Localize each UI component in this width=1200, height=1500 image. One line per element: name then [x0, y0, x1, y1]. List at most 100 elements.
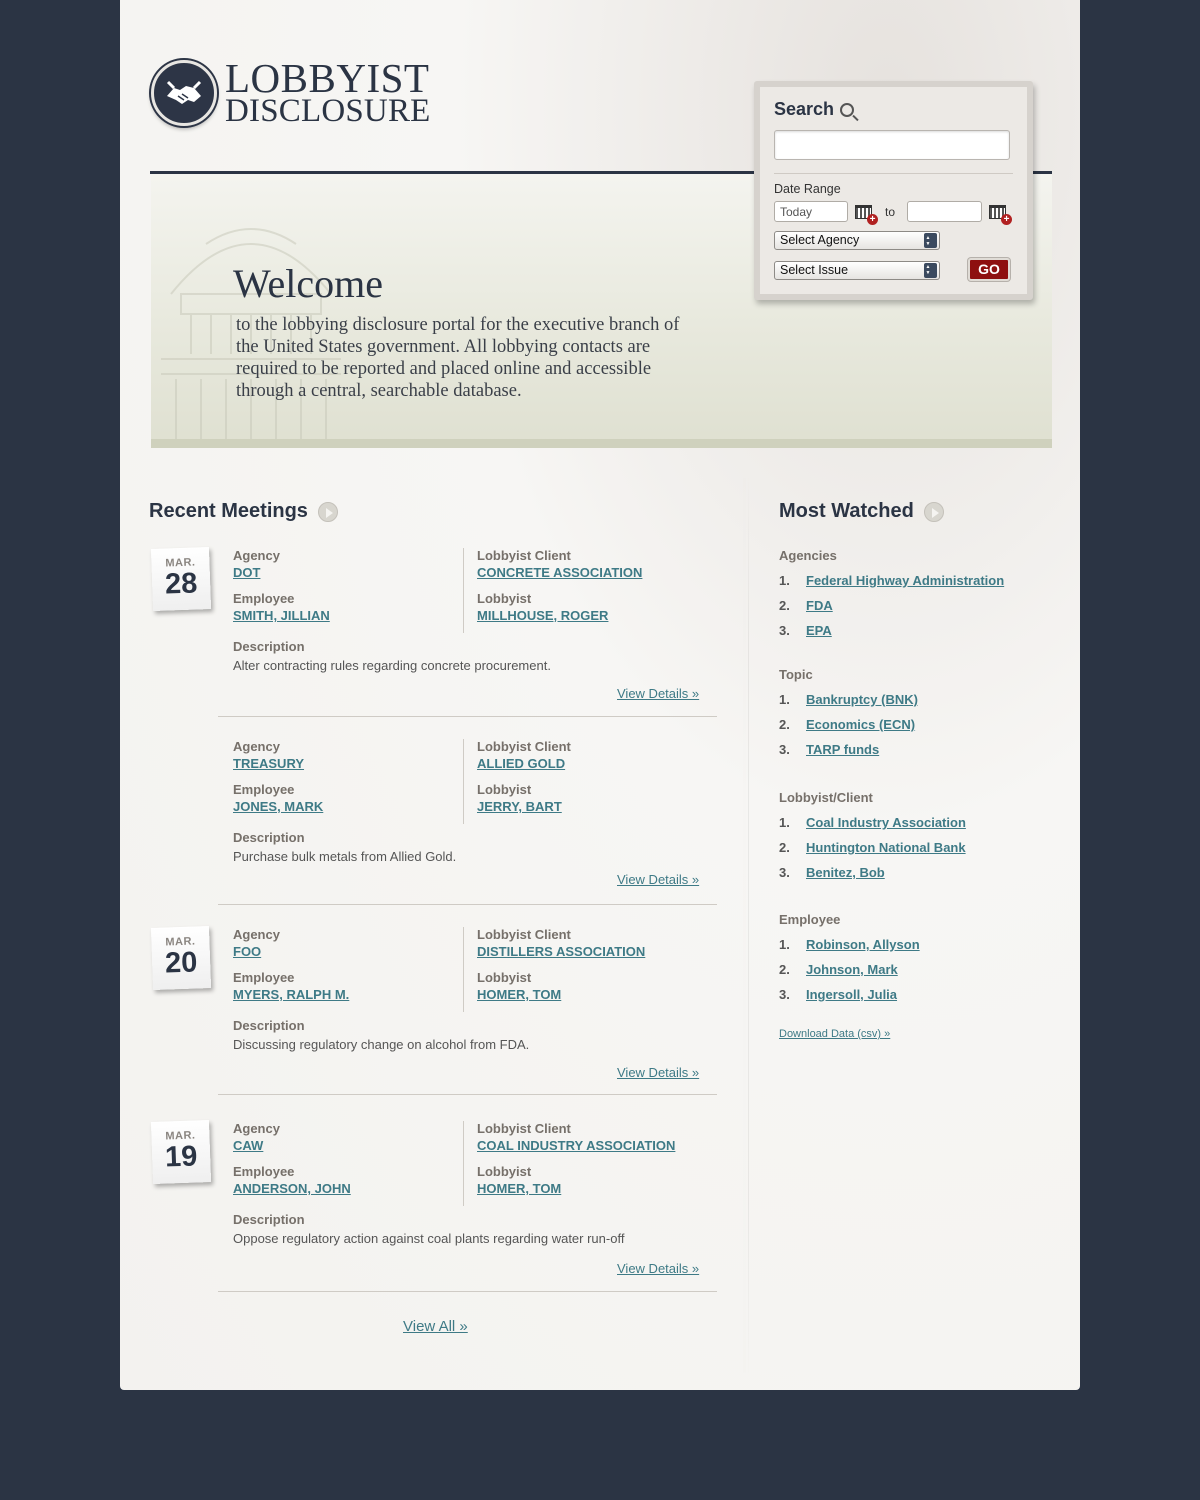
agency-link[interactable]: FOO [233, 944, 463, 970]
client-label: Lobbyist Client [477, 927, 571, 942]
meeting-divider [218, 1094, 717, 1095]
lobbyist-label: Lobbyist [477, 970, 532, 985]
view-all-link[interactable]: View All » [403, 1318, 468, 1335]
meeting-item: MAR. 20 Agency FOO Employee MYERS, RALPH… [149, 925, 717, 1097]
logo-title-line1: LOBBYIST [225, 55, 430, 101]
watched-item: 1. Bankruptcy (BNK) [779, 692, 1059, 717]
watched-group-lobbyist-client: Lobbyist/Client 1. Coal Industry Associat… [779, 790, 1059, 890]
watched-item: 3. Benitez, Bob [779, 865, 1059, 890]
client-link[interactable]: ALLIED GOLD [477, 756, 693, 782]
recent-meetings-heading: Recent Meetings [149, 500, 719, 523]
date-range-label: Date Range [774, 182, 841, 196]
lobbyist-link[interactable]: HOMER, TOM [477, 1181, 693, 1207]
employee-label: Employee [233, 591, 295, 606]
date-from-input[interactable] [774, 201, 848, 222]
meeting-divider [218, 904, 717, 905]
lobbyist-label: Lobbyist [477, 1164, 532, 1179]
watched-link[interactable]: Federal Highway Administration [806, 573, 1004, 598]
description-text: Purchase bulk metals from Allied Gold. [233, 849, 457, 864]
date-to-input[interactable] [907, 201, 983, 222]
description-text: Alter contracting rules regarding concre… [233, 658, 551, 673]
site-logo[interactable]: LOBBYIST DISCLOSURE [151, 55, 431, 129]
view-details-link[interactable]: View Details » [617, 1065, 699, 1080]
search-title: Search [774, 99, 1013, 120]
lobbyist-link[interactable]: MILLHOUSE, ROGER [477, 608, 693, 634]
meeting-item: Agency TREASURY Employee JONES, MARK Lob… [149, 737, 717, 905]
agency-label: Agency [233, 548, 280, 563]
sidebar-divider [748, 470, 749, 1380]
watched-group-topic: Topic 1. Bankruptcy (BNK) 2. Economics (EC… [779, 667, 1059, 767]
logo-title-line2: DISCLOSURE [225, 92, 431, 129]
view-details-link[interactable]: View Details » [617, 872, 699, 887]
calendar-add-icon[interactable] [855, 204, 878, 225]
employee-link[interactable]: MYERS, RALPH M. [233, 987, 463, 1013]
employee-link[interactable]: ANDERSON, JOHN [233, 1181, 463, 1207]
client-link[interactable]: CONCRETE ASSOCIATION [477, 565, 693, 591]
most-watched-panel: Most Watched Agencies 1. Federal Highway … [779, 500, 1059, 1002]
client-label: Lobbyist Client [477, 739, 571, 754]
download-csv-link[interactable]: Download Data (csv) » [779, 1028, 890, 1040]
watched-group-agencies: Agencies 1. Federal Highway Administratio… [779, 548, 1059, 648]
agency-link[interactable]: DOT [233, 565, 463, 591]
description-label: Description [233, 1018, 305, 1033]
watched-link[interactable]: Huntington National Bank [806, 840, 966, 865]
agency-label: Agency [233, 927, 280, 942]
watched-link[interactable]: Bankruptcy (BNK) [806, 692, 918, 717]
agency-select[interactable]: Select Agency [774, 231, 940, 250]
description-text: Discussing regulatory change on alcohol … [233, 1037, 530, 1052]
client-label: Lobbyist Client [477, 1121, 571, 1136]
view-details-link[interactable]: View Details » [617, 686, 699, 701]
go-button[interactable]: GO [968, 258, 1010, 281]
watched-link[interactable]: EPA [806, 623, 832, 648]
employee-label: Employee [233, 782, 295, 797]
handshake-icon [151, 60, 217, 127]
watched-link[interactable]: TARP funds [806, 742, 879, 767]
agency-link[interactable]: TREASURY [233, 756, 463, 782]
watched-link[interactable]: Benitez, Bob [806, 865, 885, 890]
lobbyist-label: Lobbyist [477, 591, 532, 606]
client-link[interactable]: COAL INDUSTRY ASSOCIATION [477, 1138, 693, 1164]
play-arrow-icon[interactable] [923, 501, 944, 522]
issue-select[interactable]: Select Issue [774, 260, 940, 280]
watched-item: 3. Ingersoll, Julia [779, 987, 1059, 1012]
watched-link[interactable]: Coal Industry Association [806, 815, 966, 840]
lobbyist-link[interactable]: JERRY, BART [477, 799, 693, 825]
play-arrow-icon[interactable] [317, 501, 338, 522]
employee-label: Employee [233, 1164, 295, 1179]
agency-label: Agency [233, 1121, 280, 1136]
calendar-add-icon[interactable] [989, 204, 1013, 225]
date-badge: MAR. 19 [150, 1120, 212, 1184]
employee-link[interactable]: SMITH, JILLIAN [233, 608, 463, 634]
watched-link[interactable]: FDA [806, 598, 833, 623]
watched-item: 2. FDA [779, 598, 1059, 623]
watched-link[interactable]: Robinson, Allyson [806, 937, 920, 962]
watched-link[interactable]: Ingersoll, Julia [806, 987, 897, 1012]
description-text: Oppose regulatory action against coal pl… [233, 1231, 625, 1246]
agency-label: Agency [233, 739, 280, 754]
watched-group-employee: Employee 1. Robinson, Allyson 2. Johnson, … [779, 912, 1059, 1012]
agency-link[interactable]: CAW [233, 1138, 463, 1164]
watched-item: 1. Coal Industry Association [779, 815, 1059, 840]
employee-label: Employee [233, 970, 295, 985]
meeting-divider [218, 1291, 717, 1292]
employee-link[interactable]: JONES, MARK [233, 799, 463, 825]
meeting-item: MAR. 19 Agency CAW Employee ANDERSON, JO… [149, 1119, 717, 1292]
description-label: Description [233, 830, 305, 845]
search-divider [774, 173, 1013, 174]
most-watched-heading: Most Watched [779, 500, 1059, 523]
watched-item: 2. Economics (ECN) [779, 717, 1059, 742]
magnifier-icon [840, 102, 855, 117]
page-container: LOBBYIST DISCLOSURE Welcome to the lobby… [120, 0, 1080, 1390]
welcome-text: to the lobbying disclosure portal for th… [236, 315, 680, 401]
welcome-heading: Welcome [233, 261, 384, 306]
lobbyist-link[interactable]: HOMER, TOM [477, 987, 693, 1013]
client-link[interactable]: DISTILLERS ASSOCIATION [477, 944, 693, 970]
watched-link[interactable]: Economics (ECN) [806, 717, 915, 742]
watched-item: 3. TARP funds [779, 742, 1059, 767]
watched-item: 1. Federal Highway Administration [779, 573, 1059, 598]
view-details-link[interactable]: View Details » [617, 1261, 699, 1276]
watched-link[interactable]: Johnson, Mark [806, 962, 898, 987]
watched-item: 2. Huntington National Bank [779, 840, 1059, 865]
date-badge: MAR. 28 [150, 547, 212, 611]
search-input[interactable] [774, 130, 1010, 160]
